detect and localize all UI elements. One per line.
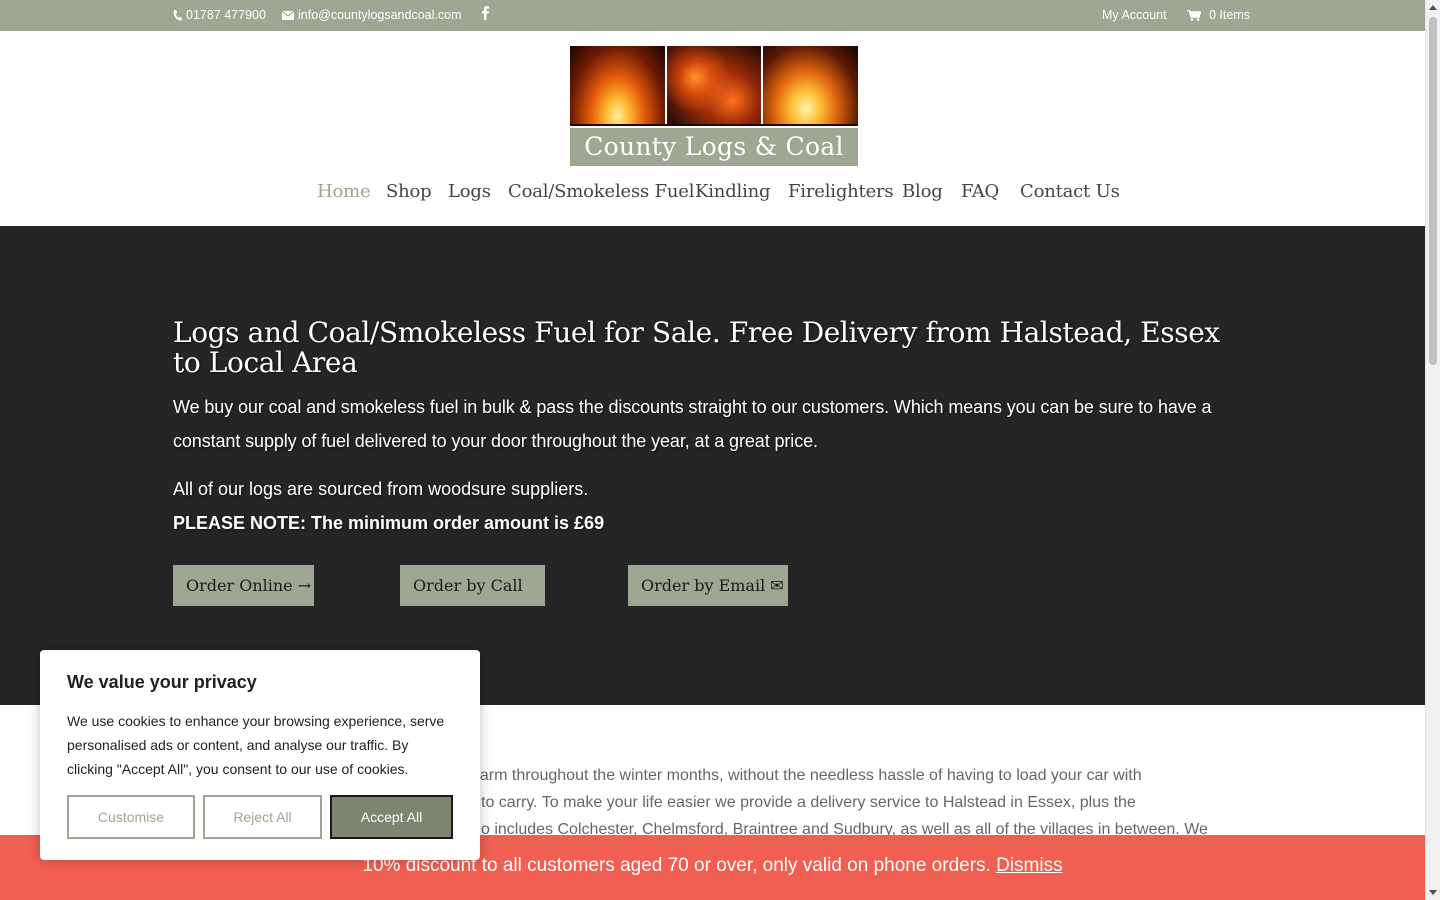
nav-contact[interactable]: Contact Us [1020,181,1120,202]
phone-number: 01787 477900 [186,8,266,22]
phone-link[interactable]: 01787 477900 [173,8,266,22]
email-link[interactable]: info@countylogsandcoal.com [282,8,461,22]
nav-blog[interactable]: Blog [902,181,943,202]
accept-all-button[interactable]: Accept All [330,795,453,839]
hero-title: Logs and Coal/Smokeless Fuel for Sale. F… [173,316,1220,379]
dismiss-link[interactable]: Dismiss [996,855,1063,876]
top-bar: 01787 477900 info@countylogsandcoal.com … [0,0,1425,31]
nav-home[interactable]: Home [317,181,371,202]
hero-sourced-text: All of our logs are sourced from woodsur… [173,479,589,499]
cart-link[interactable]: 0 Items [1187,8,1250,22]
hero-intro: We buy our coal and smokeless fuel in bu… [173,397,1212,451]
main-nav: Home Shop Logs Coal/Smokeless Fuel Kindl… [0,181,1425,205]
hero-section: Logs and Coal/Smokeless Fuel for Sale. F… [0,226,1425,705]
facebook-icon[interactable] [482,6,489,20]
nav-firelighters[interactable]: Firelighters [788,181,894,202]
order-by-email-button[interactable]: Order by Email ✉ [628,565,788,606]
site-logo[interactable]: County Logs & Coal [570,46,858,166]
my-account-link[interactable]: My Account [1102,8,1167,22]
reject-all-button[interactable]: Reject All [203,795,322,839]
nav-coal[interactable]: Coal/Smokeless Fuel [508,181,694,202]
cookie-text: We use cookies to enhance your browsing … [67,713,445,777]
cart-icon [1187,9,1201,21]
cart-count: 0 Items [1209,8,1250,22]
phone-icon [173,9,182,21]
nav-faq[interactable]: FAQ [961,181,999,202]
hero-minimum-order-note: PLEASE NOTE: The minimum order amount is… [173,513,605,533]
order-by-call-button[interactable]: Order by Call [400,565,545,606]
cookie-title: We value your privacy [67,672,257,692]
logo-text: County Logs & Coal [570,126,858,166]
site-header: County Logs & Coal Home Shop Logs Coal/S… [0,31,1425,226]
envelope-icon [282,10,294,20]
cookie-consent-modal: We value your privacy We use cookies to … [40,650,480,860]
page-scrollbar[interactable] [1425,0,1440,900]
order-online-button[interactable]: Order Online → [173,565,314,606]
nav-kindling[interactable]: Kindling [695,181,771,202]
logo-fire-images [570,46,858,124]
customise-button[interactable]: Customise [67,795,195,839]
scroll-up-icon[interactable] [1429,5,1437,10]
scrollbar-thumb[interactable] [1429,17,1437,365]
email-address: info@countylogsandcoal.com [298,8,462,22]
nav-shop[interactable]: Shop [386,181,432,202]
nav-logs[interactable]: Logs [448,181,491,202]
scroll-down-icon[interactable] [1429,890,1437,895]
